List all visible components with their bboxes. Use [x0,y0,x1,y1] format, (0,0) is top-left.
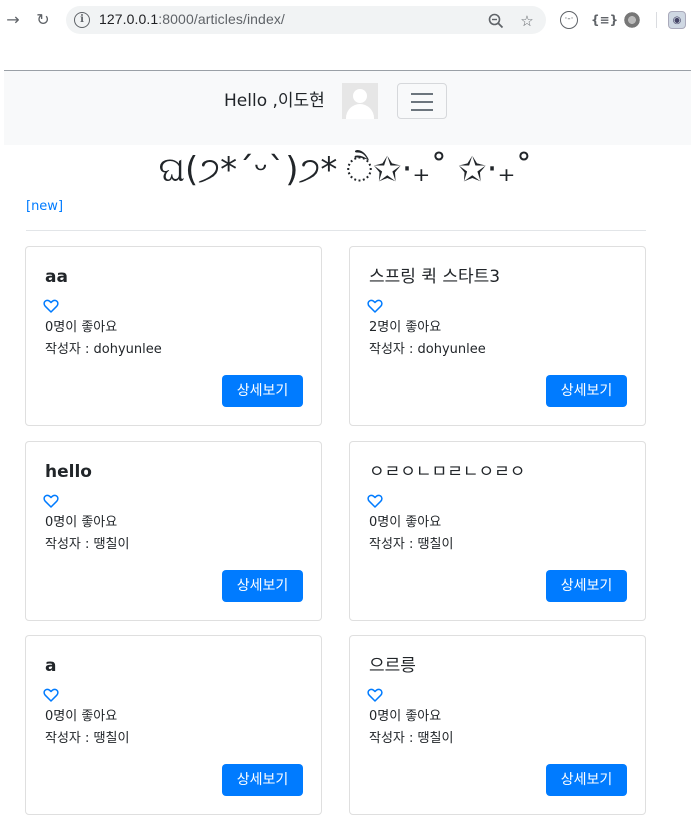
article-card: hello 0명이 좋아요작성자 : 땡칠이상세보기 [25,441,322,621]
article-title: hello [45,462,92,482]
browser-toolbar: → ↻ i 127.0.0.1:8000/articles/index/ ☆ ·… [0,0,691,42]
page-banner: ଘ(੭*ˊᵕˋ)੭* ੈ✩‧₊˚ ✩‧₊˚ [158,150,533,190]
bookmark-star-icon[interactable]: ☆ [518,12,536,30]
detail-button[interactable]: 상세보기 [222,375,303,407]
extension-json-icon[interactable]: {≡} [591,11,618,29]
divider [26,230,646,231]
article-title: ㅇㄹㅇㄴㅁㄹㄴㅇㄹㅇ [369,462,526,482]
url-path: :8000/articles/index/ [158,11,285,27]
profile-avatar-icon[interactable]: ◉ [668,11,686,29]
url-text[interactable]: 127.0.0.1:8000/articles/index/ [99,11,285,27]
article-card: aa 0명이 좋아요작성자 : dohyunlee 상세보기 [25,246,322,426]
like-count: 0명이 좋아요 [45,709,118,724]
heart-icon[interactable] [367,493,383,509]
article-title: 스프링 퀵 스타트3 [369,267,501,287]
user-avatar [342,83,378,119]
article-author: 작성자 : 땡칠이 [45,731,130,746]
heart-icon[interactable] [43,298,59,314]
greeting-text: Hello ,이도현 [224,91,325,111]
extension-code-icon[interactable]: ·-· [560,11,578,29]
detail-button[interactable]: 상세보기 [546,375,627,407]
forward-arrow-icon[interactable]: → [3,10,23,30]
article-author: 작성자 : dohyunlee [45,342,162,357]
hamburger-icon [411,93,433,95]
detail-button[interactable]: 상세보기 [546,570,627,602]
reload-icon[interactable]: ↻ [33,10,53,30]
article-author: 작성자 : 땡칠이 [369,537,454,552]
heart-icon[interactable] [367,298,383,314]
url-host: 127.0.0.1 [99,11,159,27]
like-count: 0명이 좋아요 [369,515,442,530]
extension-gear-icon[interactable] [623,11,641,29]
detail-button[interactable]: 상세보기 [222,570,303,602]
article-author: 작성자 : 땡칠이 [45,537,130,552]
browser-blank-strip [0,42,691,70]
detail-button[interactable]: 상세보기 [546,764,627,796]
article-card: a 0명이 좋아요작성자 : 땡칠이상세보기 [25,635,322,815]
heart-icon[interactable] [43,687,59,703]
detail-button[interactable]: 상세보기 [222,764,303,796]
article-title: 으르릉 [369,656,416,676]
article-author: 작성자 : 땡칠이 [369,731,454,746]
article-author: 작성자 : dohyunlee [369,342,486,357]
like-count: 0명이 좋아요 [45,515,118,530]
like-count: 0명이 좋아요 [45,320,118,335]
address-bar[interactable]: i 127.0.0.1:8000/articles/index/ ☆ [66,6,546,34]
heart-icon[interactable] [43,493,59,509]
article-card: 으르릉 0명이 좋아요작성자 : 땡칠이상세보기 [349,635,646,815]
article-card: ㅇㄹㅇㄴㅁㄹㄴㅇㄹㅇ 0명이 좋아요작성자 : 땡칠이상세보기 [349,441,646,621]
navbar-toggler-button[interactable] [397,83,447,119]
zoom-icon[interactable] [487,12,505,30]
new-article-link[interactable]: [new] [26,199,63,214]
site-info-icon[interactable]: i [74,12,90,28]
like-count: 0명이 좋아요 [369,709,442,724]
heart-icon[interactable] [367,687,383,703]
article-title: a [45,656,57,676]
toolbar-divider [656,12,657,28]
article-card: 스프링 퀵 스타트3 2명이 좋아요작성자 : dohyunlee 상세보기 [349,246,646,426]
like-count: 2명이 좋아요 [369,320,442,335]
article-title: aa [45,267,68,287]
